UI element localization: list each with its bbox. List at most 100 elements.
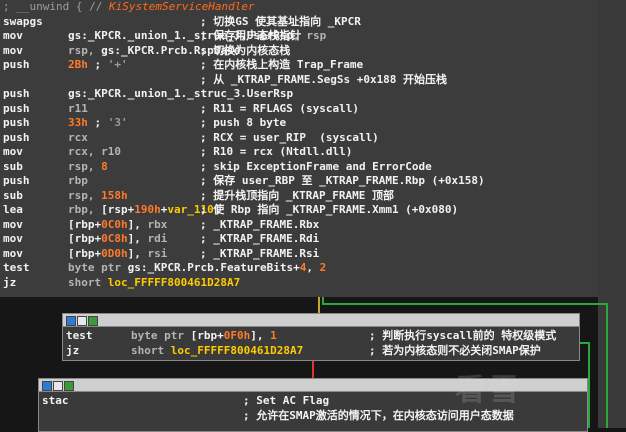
operand-sym: ], bbox=[127, 232, 148, 245]
operand-reg: rbx bbox=[147, 217, 168, 231]
operand-num: 0C0h bbox=[101, 217, 128, 231]
operand-reg: byte ptr bbox=[68, 261, 128, 274]
operands: short loc_FFFFF800461D28A7 bbox=[68, 276, 240, 291]
mnemonic: mov bbox=[3, 217, 23, 231]
operand-sym: [rsp+ bbox=[101, 203, 135, 216]
asm-line[interactable]: mov [rbp+0C0h], rbx ; _KTRAP_FRAME.Rbx bbox=[0, 218, 598, 233]
asm-line[interactable]: push gs:_KPCR._union_1._struc_3.UserRsp bbox=[0, 87, 598, 102]
group-icon[interactable] bbox=[64, 381, 74, 391]
mnemonic: mov bbox=[3, 145, 23, 158]
operand-reg: short bbox=[131, 343, 171, 357]
mnemonic: push bbox=[3, 101, 30, 115]
asm-line[interactable]: swapgs ; 切换GS 使其基址指向 _KPCR bbox=[0, 15, 598, 30]
comment: ; 若为内核态则不必关闭SMAP保护 bbox=[369, 343, 541, 357]
operands: rsp, 158h bbox=[68, 189, 128, 204]
comment: ; R11 = RFLAGS (syscall) bbox=[200, 101, 359, 115]
disasm-main-block: ; __unwind { // KiSystemServiceHandler sw… bbox=[0, 0, 598, 297]
operand-num: 2Bh bbox=[68, 58, 88, 71]
function-header: ; __unwind { // KiSystemServiceHandler bbox=[3, 0, 255, 15]
asm-line[interactable]: mov rcx, r10 ; R10 = rcx (Ntdll.dll) bbox=[0, 145, 598, 160]
graph-icon[interactable] bbox=[77, 316, 87, 326]
operand-reg: byte ptr bbox=[131, 329, 191, 342]
operand-num: 33h bbox=[68, 116, 88, 129]
asm-line[interactable]: lea rbp, [rsp+190h+var_110]; 使 Rbp 指向 _KT… bbox=[0, 203, 598, 218]
comment: ; 判断执行syscall前的 特权级模式 bbox=[369, 329, 557, 342]
operand-sym: [rbp+ bbox=[68, 232, 102, 245]
operand-str: '+' bbox=[107, 58, 128, 71]
asm-line[interactable]: mov [rbp+0C8h], rdi ; _KTRAP_FRAME.Rdi bbox=[0, 232, 598, 247]
mnemonic: mov bbox=[3, 246, 23, 260]
operand-str: '3' bbox=[107, 116, 128, 129]
asm-line[interactable]: push 33h ; '3' ; push 8 byte bbox=[0, 116, 598, 131]
palette-icon[interactable] bbox=[66, 316, 76, 326]
operands: rbp, [rsp+190h+var_110] bbox=[68, 203, 220, 218]
asm-line[interactable]: sub rsp, 8 ; skip ExceptionFrame and Error… bbox=[0, 160, 598, 175]
mnemonic: test bbox=[66, 329, 93, 342]
comment: ; 保存用户态栈指针 bbox=[200, 29, 302, 42]
asm-line[interactable]: test byte ptr [rbp+0F0h], 1 ; 判断执行syscall前… bbox=[63, 329, 577, 344]
disasm-block-2[interactable]: test byte ptr [rbp+0F0h], 1 ; 判断执行syscall前… bbox=[62, 313, 580, 361]
operands: rcx, r10 bbox=[68, 145, 121, 160]
asm-line[interactable]: push rbp ; 保存 user_RBP 至 _KTRAP_FRAME.Rbp … bbox=[0, 174, 598, 189]
palette-icon[interactable] bbox=[42, 381, 52, 391]
group-icon[interactable] bbox=[88, 316, 98, 326]
operand-lbl: loc_FFFFF800461D28A7 bbox=[170, 343, 304, 357]
comment: ; 使 Rbp 指向 _KTRAP_FRAME.Xmm1 (+0x080) bbox=[200, 203, 459, 216]
asm-line[interactable]: push rcx ; RCX = user_RIP (syscall) bbox=[0, 131, 598, 146]
true-edge bbox=[322, 303, 608, 305]
operands: rcx bbox=[68, 131, 88, 146]
asm-line[interactable]: jz short loc_FFFFF800461D28A7 bbox=[0, 276, 598, 291]
asm-line[interactable]: ; 从 _KTRAP_FRAME.SegSs +0x188 开始压栈 bbox=[0, 73, 598, 88]
mnemonic: stac bbox=[42, 394, 69, 407]
operand-sym: [rbp+ bbox=[68, 217, 102, 231]
operand-num: 0D0h bbox=[101, 246, 128, 260]
comment: ; push 8 byte bbox=[200, 116, 287, 129]
operand-num: 190h bbox=[134, 203, 161, 216]
operand-reg: rsi bbox=[147, 246, 168, 260]
operands: 33h ; '3' bbox=[68, 116, 128, 131]
asm-line[interactable]: push 2Bh ; '+' ; 在内核栈上构造 Trap_Frame bbox=[0, 58, 598, 73]
asm-line[interactable]: push r11 ; R11 = RFLAGS (syscall) bbox=[0, 102, 598, 117]
mnemonic: push bbox=[3, 87, 30, 100]
operands: byte ptr gs:_KPCR.Prcb.FeatureBits+4, 2 bbox=[68, 261, 326, 276]
operand-sym: ], bbox=[250, 329, 271, 342]
mnemonic: push bbox=[3, 116, 30, 129]
comment: ; R10 = rcx (Ntdll.dll) bbox=[200, 145, 353, 158]
operands: rbp bbox=[68, 174, 88, 189]
asm-line[interactable]: mov rsp, gs:_KPCR.Prcb.RspBase; 切换为内核态栈 bbox=[0, 44, 598, 59]
asm-line[interactable]: jz short loc_FFFFF800461D28A7 ; 若为内核态则不必关闭… bbox=[63, 344, 577, 359]
operands: r11 bbox=[68, 102, 88, 117]
mnemonic: mov bbox=[3, 232, 23, 245]
operand-reg: rcx bbox=[68, 130, 88, 144]
mnemonic: jz bbox=[66, 343, 80, 357]
operand-reg: r11 bbox=[68, 101, 88, 115]
asm-line[interactable]: mov [rbp+0D0h], rsi ; _KTRAP_FRAME.Rsi bbox=[0, 247, 598, 262]
comment: ; 提升栈顶指向 _KTRAP_FRAME 顶部 bbox=[200, 188, 394, 202]
operand-num: 1 bbox=[270, 329, 277, 342]
operand-sym: ], bbox=[127, 246, 148, 260]
asm-line[interactable]: sub rsp, 158h ; 提升栈顶指向 _KTRAP_FRAME 顶部 bbox=[0, 189, 598, 204]
operand-reg: short bbox=[68, 275, 108, 289]
operand-reg: rbp, bbox=[68, 203, 102, 216]
asm-line[interactable]: ; 允许在SMAP激活的情况下，在内核态访问用户态数据 bbox=[39, 409, 585, 424]
comment: ; _KTRAP_FRAME.Rbx bbox=[200, 217, 320, 231]
operands: byte ptr [rbp+0F0h], 1 bbox=[131, 329, 277, 344]
mnemonic: sub bbox=[3, 159, 23, 173]
comment: ; 在内核栈上构造 Trap_Frame bbox=[200, 58, 364, 71]
mnemonic: swapgs bbox=[3, 14, 43, 28]
operand-reg: rsp, bbox=[68, 43, 102, 57]
operands: rsp, 8 bbox=[68, 160, 108, 175]
operand-reg: rbp bbox=[68, 174, 88, 187]
operand-sym: gs:_KPCR.Prcb.FeatureBits+ bbox=[127, 261, 300, 274]
comment: ; 保存 user_RBP 至 _KTRAP_FRAME.Rbp (+0x158… bbox=[200, 174, 485, 187]
asm-line[interactable]: mov gs:_KPCR._union_1._struc_3.UserRsp, r… bbox=[0, 29, 598, 44]
mnemonic: sub bbox=[3, 188, 23, 202]
comment: ; skip ExceptionFrame and ErrorCode bbox=[200, 159, 432, 173]
operand-sym: , bbox=[306, 261, 320, 274]
mnemonic: lea bbox=[3, 203, 23, 216]
graph-icon[interactable] bbox=[53, 381, 63, 391]
graph-side-area bbox=[598, 0, 626, 428]
operand-reg: rcx, r10 bbox=[68, 145, 121, 158]
mnemonic: mov bbox=[3, 43, 23, 57]
asm-line[interactable]: test byte ptr gs:_KPCR.Prcb.FeatureBits+4… bbox=[0, 261, 598, 276]
